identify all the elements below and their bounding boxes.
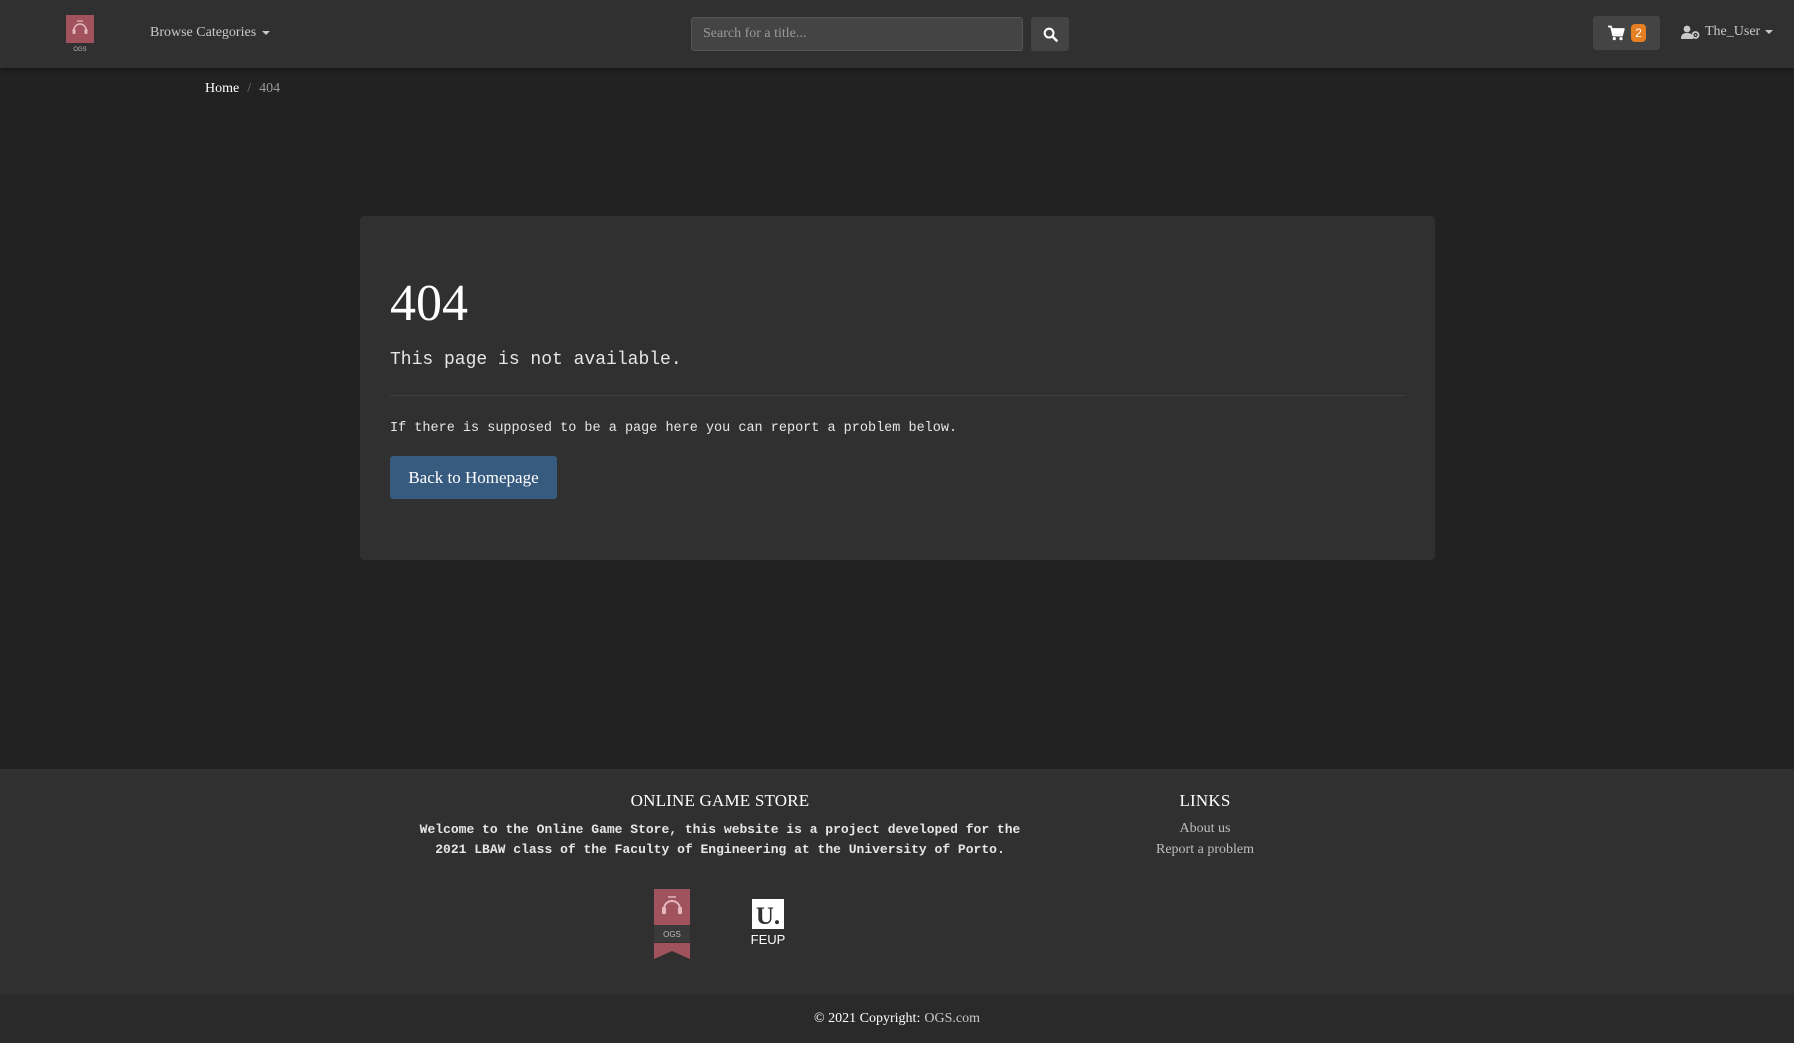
caret-down-icon — [1765, 30, 1774, 34]
navbar: OGS Browse Categories 2 The_User — [0, 0, 1794, 68]
user-menu-dropdown[interactable]: The_User — [1681, 24, 1774, 40]
error-card: 404 This page is not available. If there… — [360, 216, 1435, 560]
search-input[interactable] — [691, 17, 1023, 51]
feup-logo-icon: U. FEUP — [751, 899, 786, 947]
ogs-logo[interactable]: OGS — [66, 15, 94, 53]
footer-link-report-problem[interactable]: Report a problem — [1130, 842, 1280, 858]
copyright-text: © 2021 Copyright: — [814, 1010, 921, 1026]
footer-link-about-us[interactable]: About us — [1130, 821, 1280, 837]
error-code: 404 — [390, 275, 468, 332]
feup-logo: U. FEUP — [748, 897, 788, 949]
svg-text:OGS: OGS — [73, 47, 86, 53]
user-gear-icon — [1681, 25, 1700, 39]
svg-text:FEUP: FEUP — [751, 932, 786, 947]
copyright-link[interactable]: OGS.com — [924, 1011, 980, 1027]
browse-categories-label: Browse Categories — [150, 25, 257, 40]
footer-links-title: LINKS — [1179, 791, 1231, 810]
breadcrumb: Home / 404 — [205, 81, 280, 97]
divider — [390, 395, 1405, 396]
breadcrumb-separator: / — [247, 81, 252, 96]
copyright-bar: © 2021 Copyright: OGS.com — [0, 994, 1794, 1043]
ogs-footer-logo: OGS — [654, 889, 690, 961]
back-to-homepage-button[interactable]: Back to Homepage — [390, 456, 557, 499]
ogs-logo-icon: OGS — [66, 15, 94, 53]
footer-store-title: ONLINE GAME STORE — [630, 791, 810, 810]
browse-categories-dropdown[interactable]: Browse Categories — [150, 25, 271, 41]
breadcrumb-current: 404 — [259, 81, 281, 96]
footer: ONLINE GAME STORE Welcome to the Online … — [0, 769, 1794, 994]
caret-down-icon — [262, 31, 271, 35]
svg-text:U.: U. — [756, 903, 780, 930]
error-message: This page is not available. — [390, 350, 682, 370]
username-label: The_User — [1705, 24, 1761, 39]
search-icon — [1043, 27, 1058, 42]
footer-store-description: Welcome to the Online Game Store, this w… — [370, 820, 1070, 860]
cart-count-badge: 2 — [1631, 24, 1646, 42]
cart-button[interactable]: 2 — [1593, 16, 1660, 50]
error-info-text: If there is supposed to be a page here y… — [390, 421, 958, 436]
search-button[interactable] — [1031, 17, 1069, 51]
ogs-logo-icon: OGS — [654, 889, 690, 959]
svg-text:OGS: OGS — [663, 930, 681, 939]
breadcrumb-home-link[interactable]: Home — [205, 81, 239, 97]
cart-icon — [1608, 25, 1625, 41]
footer-desc-line: Welcome to the Online Game Store, this w… — [419, 822, 1021, 837]
footer-desc-line: 2021 LBAW class of the Faculty of Engine… — [435, 842, 1005, 857]
